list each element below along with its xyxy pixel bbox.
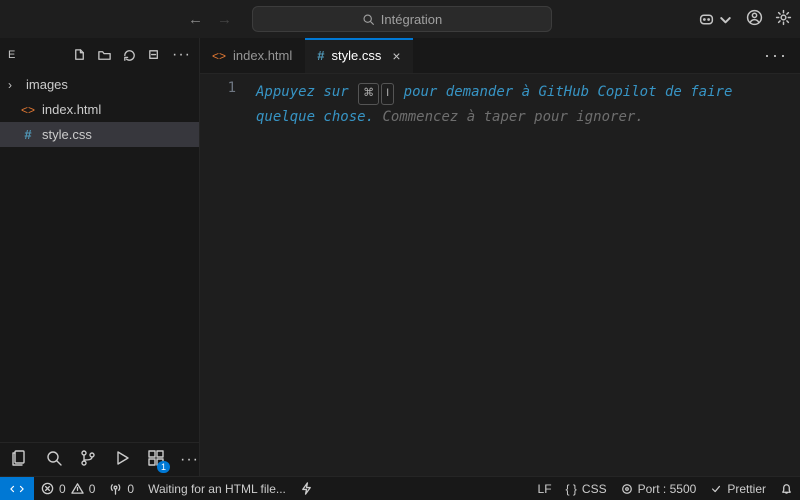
gear-icon [775, 9, 792, 26]
explorer-label: E [8, 49, 16, 61]
search-placeholder: Intégration [381, 12, 442, 27]
text-editor[interactable]: 1 Appuyez sur ⌘I pour demander à GitHub … [200, 74, 800, 476]
kbd-cmd-icon: ⌘ [358, 83, 379, 105]
tab-style-css[interactable]: # style.css × [305, 38, 413, 73]
copilot-hint-gray: Commencez à taper pour ignorer. [382, 109, 643, 125]
line-number-gutter: 1 [200, 74, 256, 476]
tab-bar: <> index.html # style.css × ··· [200, 38, 800, 74]
ports-button[interactable]: 0 [102, 482, 141, 496]
explorer-view-button[interactable] [10, 448, 30, 471]
live-server-button[interactable] [293, 482, 320, 495]
eol-button[interactable]: LF [531, 482, 559, 496]
status-bar: 0 0 0 Waiting for an HTML file... LF { }… [0, 476, 800, 500]
accounts-button[interactable] [746, 9, 763, 29]
html-file-icon: <> [20, 103, 36, 117]
problems-button[interactable]: 0 0 [34, 482, 102, 496]
search-view-button[interactable] [44, 448, 64, 471]
error-count: 0 [59, 482, 66, 496]
explorer-header: E ··· [0, 38, 199, 72]
activity-bar: 1 ··· [0, 442, 199, 476]
tab-label: index.html [233, 48, 292, 63]
activity-more-icon[interactable]: ··· [180, 451, 199, 469]
port-status-button[interactable]: Port : 5500 [614, 482, 704, 496]
branch-icon [78, 448, 98, 468]
error-icon [41, 482, 54, 495]
explorer-more-icon[interactable]: ··· [172, 46, 191, 64]
status-task[interactable]: Waiting for an HTML file... [141, 482, 293, 496]
nav-back-icon[interactable]: ← [188, 11, 203, 28]
bell-icon [780, 482, 793, 495]
extensions-button[interactable]: 1 [146, 448, 166, 471]
zap-icon [300, 482, 313, 495]
person-icon [746, 9, 763, 26]
file-label: index.html [42, 102, 101, 117]
radio-tower-icon [109, 482, 122, 495]
braces-icon: { } [566, 482, 577, 496]
tab-actions-more[interactable]: ··· [752, 38, 800, 73]
close-tab-icon[interactable]: × [392, 48, 400, 64]
debug-icon [112, 448, 132, 468]
chevron-down-icon [717, 11, 734, 28]
line-number: 1 [200, 80, 236, 96]
new-folder-icon[interactable] [97, 48, 112, 63]
sidebar: E ··· › images <> index.html # style.css [0, 38, 200, 476]
editor-group: <> index.html # style.css × ··· 1 Appuye… [200, 38, 800, 476]
formatter-button[interactable]: Prettier [703, 482, 773, 496]
file-item-index-html[interactable]: <> index.html [0, 97, 199, 122]
tab-index-html[interactable]: <> index.html [200, 38, 305, 73]
warning-count: 0 [89, 482, 96, 496]
nav-forward-icon[interactable]: → [217, 11, 232, 28]
copilot-button[interactable] [698, 11, 734, 28]
chevron-right-icon: › [8, 78, 20, 92]
settings-button[interactable] [775, 9, 792, 29]
collapse-all-icon[interactable] [147, 48, 162, 63]
refresh-icon[interactable] [122, 48, 137, 63]
css-file-icon: # [20, 127, 36, 142]
tab-label: style.css [332, 48, 382, 63]
check-icon [710, 483, 722, 495]
extensions-badge: 1 [157, 461, 170, 473]
editor-content[interactable]: Appuyez sur ⌘I pour demander à GitHub Co… [256, 74, 800, 476]
css-file-icon: # [317, 48, 324, 63]
ports-count: 0 [127, 482, 134, 496]
kbd-i-icon: I [381, 83, 394, 105]
source-control-button[interactable] [78, 448, 98, 471]
file-item-style-css[interactable]: # style.css [0, 122, 199, 147]
remote-icon [10, 482, 24, 496]
language-mode-button[interactable]: { } CSS [559, 482, 614, 496]
new-file-icon[interactable] [72, 48, 87, 63]
remote-button[interactable] [0, 477, 34, 500]
file-label: style.css [42, 127, 92, 142]
title-bar: ← → Intégration [0, 0, 800, 38]
folder-label: images [26, 77, 68, 92]
warning-icon [71, 482, 84, 495]
search-icon [44, 448, 64, 468]
run-debug-button[interactable] [112, 448, 132, 471]
notifications-button[interactable] [773, 482, 800, 495]
command-center-search[interactable]: Intégration [252, 6, 552, 32]
files-icon [10, 448, 30, 468]
copilot-hint-blue: Appuyez sur [256, 84, 357, 100]
html-file-icon: <> [212, 49, 226, 63]
folder-item-images[interactable]: › images [0, 72, 199, 97]
copilot-icon [698, 11, 715, 28]
file-tree: › images <> index.html # style.css [0, 72, 199, 442]
search-icon [362, 13, 375, 26]
broadcast-icon [621, 483, 633, 495]
